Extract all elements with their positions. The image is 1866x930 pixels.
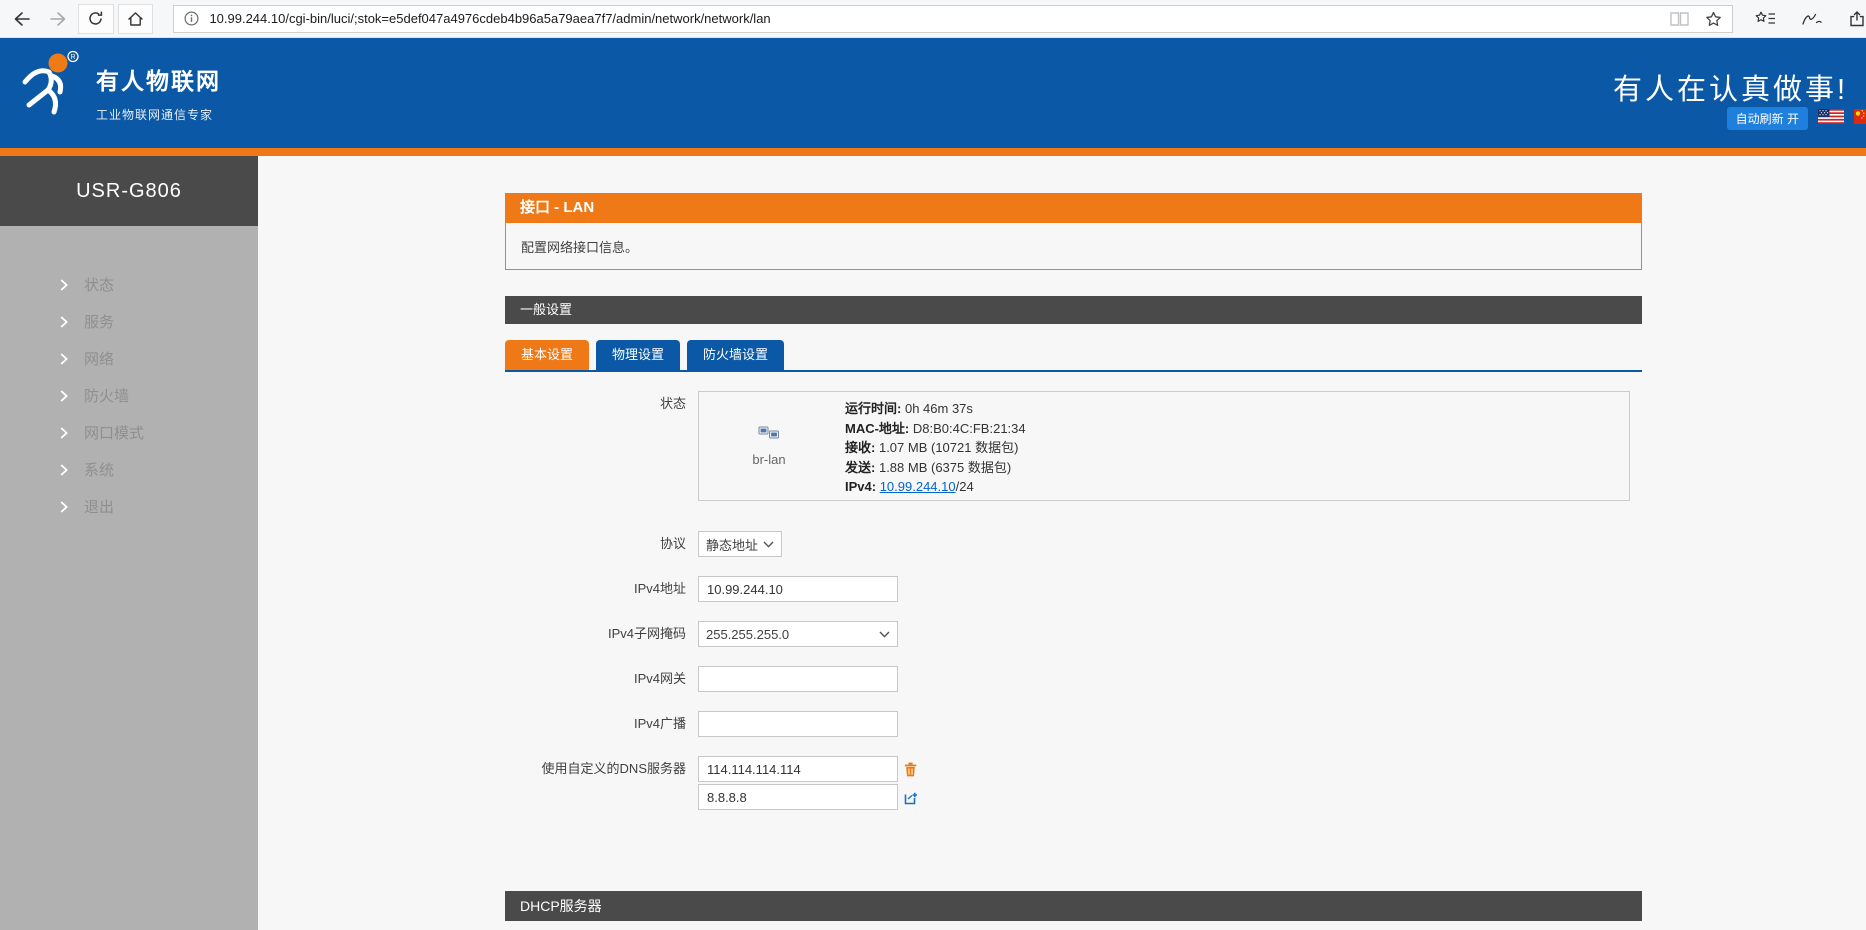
chevron-right-icon	[60, 279, 68, 291]
protocol-select[interactable]: 静态地址	[698, 531, 782, 557]
favorite-star-icon[interactable]	[1705, 11, 1722, 27]
rx-line: 接收: 1.07 MB (10721 数据包)	[845, 438, 1629, 458]
uptime-line: 运行时间: 0h 46m 37s	[845, 399, 1629, 419]
sidebar-item-status[interactable]: 状态	[0, 266, 258, 303]
chevron-right-icon	[60, 427, 68, 439]
url-text[interactable]: 10.99.244.10/cgi-bin/luci/;stok=e5def047…	[209, 11, 770, 26]
ipv4-address-link[interactable]: 10.99.244.10	[880, 479, 956, 494]
add-dns-icon[interactable]	[904, 790, 918, 805]
dns-row: 使用自定义的DNS服务器	[505, 756, 1642, 810]
protocol-label: 协议	[505, 531, 698, 557]
brand-title: 有人物联网	[96, 62, 221, 96]
section-general-settings: 一般设置	[505, 296, 1642, 324]
ipv4-gateway-label: IPv4网关	[505, 666, 698, 692]
browser-toolbar: 10.99.244.10/cgi-bin/luci/;stok=e5def047…	[0, 0, 1866, 38]
status-row: 状态	[505, 391, 1642, 501]
chevron-right-icon	[60, 353, 68, 365]
ipv4-broadcast-row: IPv4广播	[505, 711, 1642, 737]
ipv4-address-label: IPv4地址	[505, 576, 698, 602]
ipv4-broadcast-field[interactable]	[698, 711, 898, 737]
toolbar-right-icons	[1755, 10, 1866, 27]
site-info-icon[interactable]	[184, 11, 199, 26]
chevron-right-icon	[60, 316, 68, 328]
settings-tabs: 基本设置 物理设置 防火墙设置	[505, 340, 1642, 372]
sidebar-item-logout[interactable]: 退出	[0, 488, 258, 525]
home-icon[interactable]	[118, 4, 154, 34]
sidebar-item-port-mode[interactable]: 网口模式	[0, 414, 258, 451]
ipv4-gateway-field[interactable]	[698, 666, 898, 692]
section-dhcp-server: DHCP服务器	[505, 891, 1642, 921]
tab-physical-settings[interactable]: 物理设置	[596, 340, 680, 370]
sidebar-item-system[interactable]: 系统	[0, 451, 258, 488]
main-area: 接口 - LAN 配置网络接口信息。 一般设置 基本设置 物理设置 防火墙设置 …	[258, 156, 1866, 930]
web-note-pen-icon[interactable]	[1802, 11, 1822, 26]
device-name: USR-G806	[0, 156, 258, 226]
dns-field-1[interactable]	[698, 756, 898, 782]
share-icon[interactable]	[1848, 11, 1866, 27]
chevron-right-icon	[60, 501, 68, 513]
reading-view-icon[interactable]	[1670, 12, 1689, 26]
china-flag-icon[interactable]	[1854, 109, 1866, 129]
ipv4-broadcast-label: IPv4广播	[505, 711, 698, 737]
page-description: 配置网络接口信息。	[505, 223, 1642, 270]
back-icon[interactable]	[6, 4, 38, 34]
dns-field-2[interactable]	[698, 784, 898, 810]
auto-refresh-toggle[interactable]: 自动刷新 开	[1727, 107, 1808, 130]
ipv4-netmask-label: IPv4子网掩码	[505, 621, 698, 647]
sidebar-item-firewall[interactable]: 防火墙	[0, 377, 258, 414]
ethernet-adapter-icon	[758, 425, 780, 446]
usr-logo-icon: R	[16, 50, 80, 121]
brand-subtitle: 工业物联网通信专家	[96, 106, 221, 123]
ipv4-address-row: IPv4地址	[505, 576, 1642, 602]
chevron-down-icon	[879, 631, 890, 638]
us-flag-icon[interactable]	[1818, 109, 1844, 129]
site-header: R 有人物联网 工业物联网通信专家 有人在认真做事! 自动刷新 开	[0, 38, 1866, 148]
forward-icon[interactable]	[42, 4, 74, 34]
mac-line: MAC-地址: D8:B0:4C:FB:21:34	[845, 419, 1629, 439]
sidebar-item-network[interactable]: 网络	[0, 340, 258, 377]
ipv4-netmask-row: IPv4子网掩码 255.255.255.0	[505, 621, 1642, 647]
dns-label: 使用自定义的DNS服务器	[505, 756, 698, 810]
chevron-down-icon	[763, 541, 774, 548]
refresh-icon[interactable]	[78, 4, 114, 34]
status-label: 状态	[505, 391, 698, 501]
tx-line: 发送: 1.88 MB (6375 数据包)	[845, 458, 1629, 478]
hub-favorites-icon[interactable]	[1755, 10, 1776, 27]
brand-block: 有人物联网 工业物联网通信专家	[96, 62, 221, 123]
sidebar-item-services[interactable]: 服务	[0, 303, 258, 340]
header-slogan: 有人在认真做事!	[1613, 66, 1848, 108]
page-title: 接口 - LAN	[505, 193, 1642, 223]
ipv4-netmask-select[interactable]: 255.255.255.0	[698, 621, 898, 647]
ipv4-gateway-row: IPv4网关	[505, 666, 1642, 692]
ipv4-address-field[interactable]	[698, 576, 898, 602]
tab-firewall-settings[interactable]: 防火墙设置	[687, 340, 784, 370]
protocol-row: 协议 静态地址	[505, 531, 1642, 557]
sidebar-menu: 状态 服务 网络 防火墙 网口模式	[0, 226, 258, 525]
address-bar[interactable]: 10.99.244.10/cgi-bin/luci/;stok=e5def047…	[173, 5, 1733, 33]
chevron-right-icon	[60, 464, 68, 476]
sidebar: USR-G806 状态 服务 网络 防火墙	[0, 156, 258, 930]
delete-dns-icon[interactable]	[904, 762, 917, 777]
screen: 10.99.244.10/cgi-bin/luci/;stok=e5def047…	[0, 0, 1866, 930]
svg-text:R: R	[70, 54, 75, 61]
chevron-right-icon	[60, 390, 68, 402]
ipv4-line: IPv4: 10.99.244.10/24	[845, 477, 1629, 497]
interface-status-box: br-lan 运行时间: 0h 46m 37s MAC-地址: D8:B0:4C…	[698, 391, 1630, 501]
interface-name: br-lan	[752, 452, 785, 467]
accent-divider	[0, 148, 1866, 156]
tab-basic-settings[interactable]: 基本设置	[505, 340, 589, 370]
